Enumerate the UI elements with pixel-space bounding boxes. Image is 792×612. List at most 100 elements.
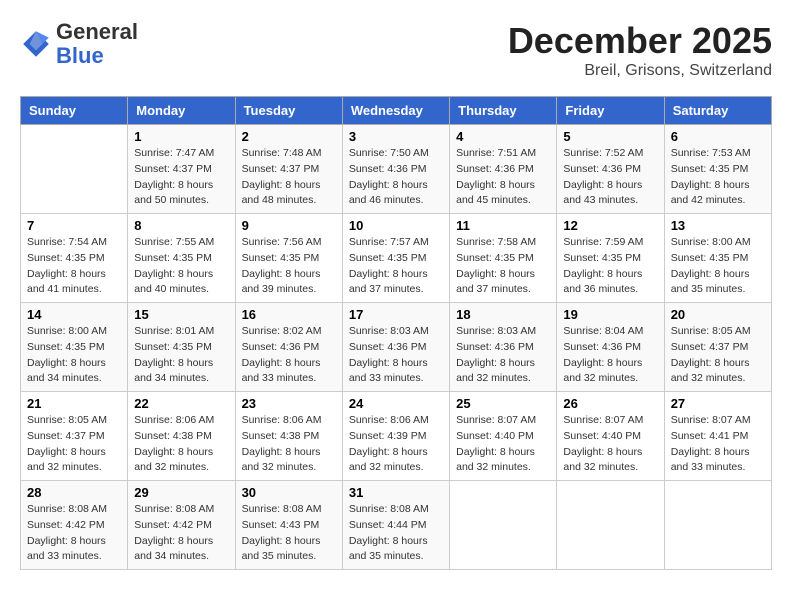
day-number: 15 [134,307,228,322]
calendar-cell: 22 Sunrise: 8:06 AMSunset: 4:38 PMDayligh… [128,392,235,481]
calendar-week-5: 28Sunrise: 8:08 AMSunset: 4:42 PMDayligh… [21,481,772,570]
logo-icon [20,28,52,60]
header-cell-saturday: Saturday [664,97,771,125]
day-number: 13 [671,218,765,233]
day-info: Sunrise: 7:56 AMSunset: 4:35 PMDaylight:… [242,235,336,298]
day-number: 22 [134,396,228,411]
header-cell-friday: Friday [557,97,664,125]
day-info: Sunrise: 7:59 AMSunset: 4:35 PMDaylight:… [563,235,657,298]
calendar-table: SundayMondayTuesdayWednesdayThursdayFrid… [20,96,772,570]
day-info: Sunrise: 7:57 AMSunset: 4:35 PMDaylight:… [349,235,443,298]
day-info: Sunrise: 8:05 AMSunset: 4:37 PMDaylight:… [27,413,121,476]
day-info: Sunrise: 8:07 AMSunset: 4:41 PMDaylight:… [671,413,765,476]
day-number: 2 [242,129,336,144]
calendar-cell: 11 Sunrise: 7:58 AMSunset: 4:35 PMDayligh… [450,214,557,303]
calendar-cell [664,481,771,570]
calendar-cell: 10 Sunrise: 7:57 AMSunset: 4:35 PMDayligh… [342,214,449,303]
day-info: Sunrise: 8:01 AMSunset: 4:35 PMDaylight:… [134,324,228,387]
day-info: Sunrise: 7:53 AMSunset: 4:35 PMDaylight:… [671,146,765,209]
header-cell-wednesday: Wednesday [342,97,449,125]
calendar-cell: 19 Sunrise: 8:04 AMSunset: 4:36 PMDayligh… [557,303,664,392]
calendar-body: 1 Sunrise: 7:47 AMSunset: 4:37 PMDaylight… [21,125,772,570]
calendar-cell: 26 Sunrise: 8:07 AMSunset: 4:40 PMDayligh… [557,392,664,481]
day-info: Sunrise: 8:00 AMSunset: 4:35 PMDaylight:… [671,235,765,298]
day-number: 21 [27,396,121,411]
day-number: 27 [671,396,765,411]
calendar-cell: 18Sunrise: 8:03 AMSunset: 4:36 PMDayligh… [450,303,557,392]
day-number: 7 [27,218,121,233]
calendar-cell: 6 Sunrise: 7:53 AMSunset: 4:35 PMDaylight… [664,125,771,214]
day-number: 23 [242,396,336,411]
calendar-cell: 12 Sunrise: 7:59 AMSunset: 4:35 PMDayligh… [557,214,664,303]
calendar-week-3: 14Sunrise: 8:00 AMSunset: 4:35 PMDayligh… [21,303,772,392]
day-info: Sunrise: 8:08 AMSunset: 4:42 PMDaylight:… [27,502,121,565]
calendar-cell: 23 Sunrise: 8:06 AMSunset: 4:38 PMDayligh… [235,392,342,481]
day-info: Sunrise: 8:06 AMSunset: 4:39 PMDaylight:… [349,413,443,476]
day-number: 11 [456,218,550,233]
calendar-cell: 8Sunrise: 7:55 AMSunset: 4:35 PMDaylight… [128,214,235,303]
calendar-cell: 16 Sunrise: 8:02 AMSunset: 4:36 PMDayligh… [235,303,342,392]
calendar-cell: 4Sunrise: 7:51 AMSunset: 4:36 PMDaylight… [450,125,557,214]
day-info: Sunrise: 8:04 AMSunset: 4:36 PMDaylight:… [563,324,657,387]
calendar-cell: 20 Sunrise: 8:05 AMSunset: 4:37 PMDayligh… [664,303,771,392]
calendar-cell: 7Sunrise: 7:54 AMSunset: 4:35 PMDaylight… [21,214,128,303]
calendar-subtitle: Breil, Grisons, Switzerland [508,62,772,80]
day-number: 20 [671,307,765,322]
day-info: Sunrise: 7:47 AMSunset: 4:37 PMDaylight:… [134,146,228,209]
header-cell-tuesday: Tuesday [235,97,342,125]
calendar-cell [557,481,664,570]
day-info: Sunrise: 8:07 AMSunset: 4:40 PMDaylight:… [456,413,550,476]
day-number: 9 [242,218,336,233]
page-header: General Blue December 2025 Breil, Grison… [20,20,772,80]
day-info: Sunrise: 8:06 AMSunset: 4:38 PMDaylight:… [242,413,336,476]
day-info: Sunrise: 8:06 AMSunset: 4:38 PMDaylight:… [134,413,228,476]
day-info: Sunrise: 8:08 AMSunset: 4:42 PMDaylight:… [134,502,228,565]
calendar-cell: 21 Sunrise: 8:05 AMSunset: 4:37 PMDayligh… [21,392,128,481]
day-info: Sunrise: 8:02 AMSunset: 4:36 PMDaylight:… [242,324,336,387]
calendar-cell: 5Sunrise: 7:52 AMSunset: 4:36 PMDaylight… [557,125,664,214]
day-number: 25 [456,396,550,411]
header-cell-monday: Monday [128,97,235,125]
day-number: 1 [134,129,228,144]
day-info: Sunrise: 8:05 AMSunset: 4:37 PMDaylight:… [671,324,765,387]
logo-text: General Blue [56,20,138,68]
calendar-cell: 15 Sunrise: 8:01 AMSunset: 4:35 PMDayligh… [128,303,235,392]
calendar-title: December 2025 [508,20,772,62]
calendar-week-4: 21 Sunrise: 8:05 AMSunset: 4:37 PMDayligh… [21,392,772,481]
day-number: 30 [242,485,336,500]
calendar-cell: 29 Sunrise: 8:08 AMSunset: 4:42 PMDayligh… [128,481,235,570]
day-number: 17 [349,307,443,322]
calendar-cell: 30 Sunrise: 8:08 AMSunset: 4:43 PMDayligh… [235,481,342,570]
calendar-cell: 17 Sunrise: 8:03 AMSunset: 4:36 PMDayligh… [342,303,449,392]
calendar-cell [450,481,557,570]
day-info: Sunrise: 7:51 AMSunset: 4:36 PMDaylight:… [456,146,550,209]
calendar-cell: 24 Sunrise: 8:06 AMSunset: 4:39 PMDayligh… [342,392,449,481]
header-row: SundayMondayTuesdayWednesdayThursdayFrid… [21,97,772,125]
day-number: 16 [242,307,336,322]
day-info: Sunrise: 7:48 AMSunset: 4:37 PMDaylight:… [242,146,336,209]
day-number: 24 [349,396,443,411]
day-number: 14 [27,307,121,322]
day-info: Sunrise: 8:08 AMSunset: 4:43 PMDaylight:… [242,502,336,565]
day-info: Sunrise: 7:52 AMSunset: 4:36 PMDaylight:… [563,146,657,209]
day-number: 10 [349,218,443,233]
logo-blue: Blue [56,43,104,68]
calendar-cell [21,125,128,214]
day-number: 29 [134,485,228,500]
title-area: December 2025 Breil, Grisons, Switzerlan… [508,20,772,80]
day-number: 31 [349,485,443,500]
header-cell-sunday: Sunday [21,97,128,125]
day-number: 18 [456,307,550,322]
calendar-cell: 13 Sunrise: 8:00 AMSunset: 4:35 PMDayligh… [664,214,771,303]
calendar-week-2: 7Sunrise: 7:54 AMSunset: 4:35 PMDaylight… [21,214,772,303]
day-number: 19 [563,307,657,322]
day-number: 6 [671,129,765,144]
day-info: Sunrise: 7:58 AMSunset: 4:35 PMDaylight:… [456,235,550,298]
day-info: Sunrise: 8:07 AMSunset: 4:40 PMDaylight:… [563,413,657,476]
calendar-cell: 2 Sunrise: 7:48 AMSunset: 4:37 PMDaylight… [235,125,342,214]
day-number: 26 [563,396,657,411]
calendar-cell: 14Sunrise: 8:00 AMSunset: 4:35 PMDayligh… [21,303,128,392]
day-info: Sunrise: 8:03 AMSunset: 4:36 PMDaylight:… [349,324,443,387]
calendar-cell: 9 Sunrise: 7:56 AMSunset: 4:35 PMDaylight… [235,214,342,303]
day-number: 12 [563,218,657,233]
